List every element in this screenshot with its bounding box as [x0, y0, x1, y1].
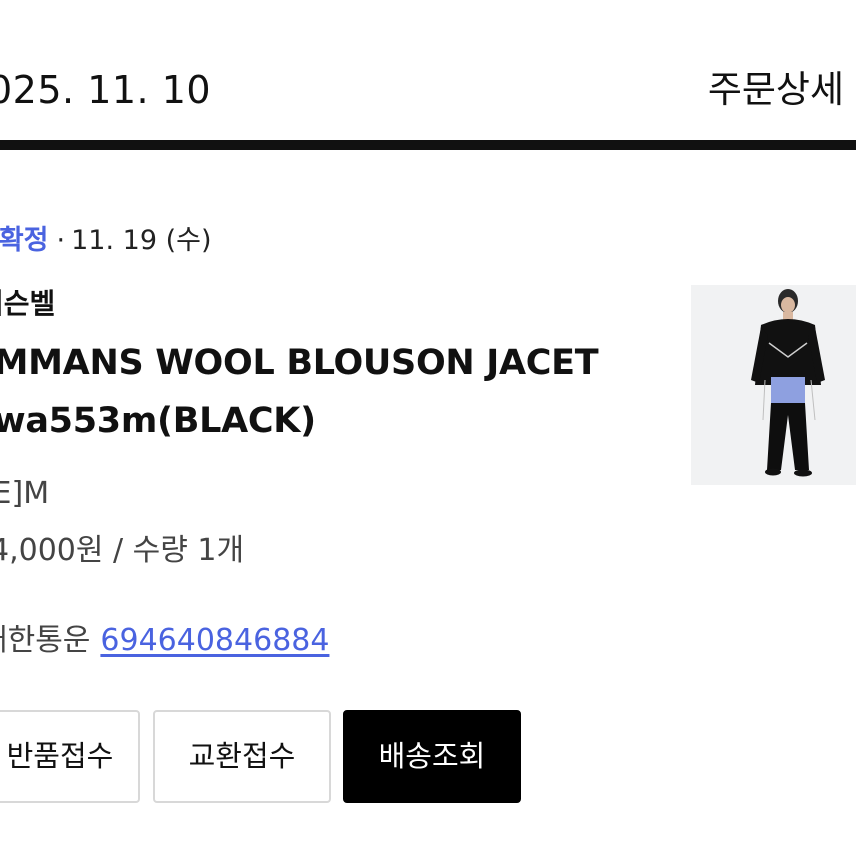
tracking-number-link[interactable]: 694640846884 [100, 623, 329, 658]
track-shipping-button[interactable]: 배송조회 [343, 710, 521, 803]
product-photo-icon [691, 285, 856, 485]
courier-name: 대한통운 [0, 623, 91, 658]
status-separator: · [56, 225, 66, 256]
order-date: 025. 11. 10 [0, 68, 212, 112]
status-date: 11. 19 (수) [71, 225, 212, 256]
header-divider [0, 140, 856, 150]
order-detail-link[interactable]: 주문상세 [708, 66, 844, 114]
exchange-request-button[interactable]: 교환접수 [153, 710, 331, 803]
shipping-info: 대한통운 694640846884 [0, 620, 329, 662]
product-option: ZE]M [0, 476, 50, 511]
return-request-button[interactable]: 반품접수 [0, 710, 140, 803]
order-detail-page: 025. 11. 10 주문상세 매확정·11. 19 (수) 더슨벨 EMMA… [0, 0, 856, 856]
product-thumbnail[interactable] [691, 285, 856, 485]
order-status: 매확정 [0, 225, 49, 256]
product-name[interactable]: EMMANS WOOL BLOUSON JACET awa553m(BLACK) [0, 334, 620, 450]
brand-name[interactable]: 더슨벨 [0, 285, 55, 323]
price-quantity: 4,000원 / 수량 1개 [0, 533, 245, 568]
order-status-line: 매확정·11. 19 (수) [0, 222, 212, 260]
